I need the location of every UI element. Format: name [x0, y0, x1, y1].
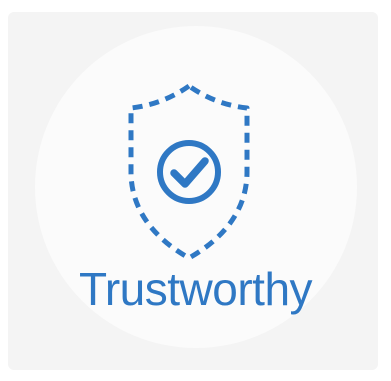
- badge-label: Trustworthy: [78, 263, 313, 315]
- check-mark-icon: [170, 157, 209, 188]
- shield-check-icon: [128, 83, 250, 261]
- shield-outline: [128, 83, 250, 261]
- check-circle: [157, 140, 221, 204]
